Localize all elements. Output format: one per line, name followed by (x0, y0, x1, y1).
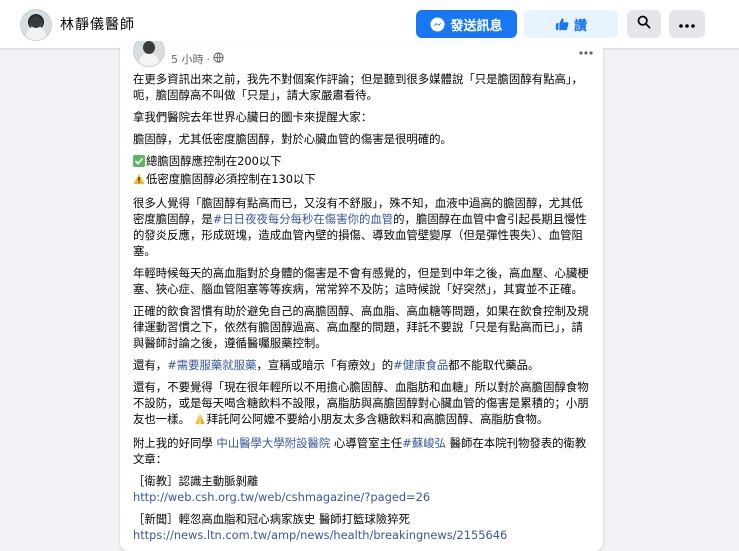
like-page-button[interactable]: 讚 (524, 10, 618, 38)
meta-separator: · (206, 52, 211, 66)
references-text-start: 附上我的好同學 (133, 436, 213, 450)
more-options-button[interactable] (669, 10, 705, 38)
checklist-text-total: 總膽固醇應控制在200以下 (146, 154, 282, 168)
checklist-text-ldl: 低密度膽固醇必須控制在130以下 (146, 172, 316, 186)
paragraph-medication: 還有，#需要服藥就服藥，宣稱或暗示「有療效」的#健康食品都不能取代藥品。 (133, 357, 593, 373)
reference-url-1[interactable]: http://web.csh.org.tw/web/cshmagazine/?p… (133, 490, 430, 504)
send-message-label: 發送訊息 (450, 18, 503, 34)
hashtag-take-medicine[interactable]: #需要服藥就服藥 (167, 358, 256, 372)
checklist-item-ldl: 低密度膽固醇必須控制在130以下 (133, 171, 593, 189)
send-message-button[interactable]: 發送訊息 (416, 10, 517, 38)
medication-text-end: 都不能取代藥品。 (448, 358, 540, 372)
children-text-end: 拜託阿公阿嬤不要給小朋友太多含糖飲料和高膽固醇、高脂肪食物。 (206, 412, 549, 426)
paragraph-cholesterol: 膽固醇，尤其低密度膽固醇，對於心臟血管的傷害是很明確的。 (133, 132, 452, 146)
reference-title-2: ［新聞］輕忽高血脂和冠心病家族史 醫師打籃球險猝死 (133, 512, 410, 526)
paragraph-children: 還有，不要覺得「現在很年輕所以不用擔心膽固醇、血脂肪和血糖」所以對於高膽固醇食物… (133, 379, 593, 429)
paragraph-youth: 年輕時候每天的高血脂對於身體的傷害是不會有感覺的，但是到中年之後，高血壓、心臟梗… (133, 266, 589, 296)
references-text-mid: 心導管室主任 (333, 436, 403, 450)
paragraph-references-intro: 附上我的好同學 中山醫學大學附設醫院 心導管室主任#蘇峻弘 醫師在本院刊物發表的… (133, 435, 593, 467)
hashtag-blood-vessels[interactable]: #日日夜夜每分每秒在傷害你的血管 (213, 212, 393, 226)
checklist-item-total: 總膽固醇應控制在200以下 (133, 153, 593, 171)
medication-text-start: 還有， (133, 358, 168, 372)
post-card: 5 小時 · 在更多資訊出來之前，我先不對個案作評論；但是聽到很多媒體說「只是膽… (120, 41, 603, 551)
medication-text-mid: ，宣稱或暗示「有療效」的 (256, 358, 394, 372)
reference-url-2[interactable]: https://news.ltn.com.tw/amp/news/health/… (133, 528, 507, 542)
reference-link-1[interactable]: http://web.csh.org.tw/web/cshmagazine/?p… (133, 489, 593, 505)
thumbs-up-icon (555, 17, 569, 31)
hashtag-doctor-su[interactable]: #蘇峻弘 (402, 436, 446, 450)
search-icon (637, 15, 651, 33)
page-avatar[interactable] (20, 9, 52, 41)
paragraph-harm: 很多人覺得「膽固醇有點高而已，又沒有不舒服」，殊不知，血液中過高的膽固醇，尤其低… (133, 195, 593, 259)
search-button[interactable] (627, 10, 661, 38)
post-timestamp[interactable]: 5 小時 (171, 51, 204, 67)
folded-hands-icon (194, 413, 206, 429)
post-meta: 5 小時 · (171, 51, 224, 67)
post-more-icon[interactable] (575, 45, 597, 61)
reference-link-2[interactable]: https://news.ltn.com.tw/amp/news/health/… (133, 527, 593, 543)
check-mark-icon (133, 155, 145, 171)
more-horizontal-icon (679, 17, 695, 32)
paragraph-diet: 正確的飲食習慣有助於避免自己的高膽固醇、高血脂、高血糖等問題，如果在飲食控制及規… (133, 304, 589, 350)
post-author-avatar[interactable] (133, 41, 165, 67)
paragraph-reminder: 拿我們醫院去年世界心臟日的圖卡來提醒大家： (133, 110, 373, 124)
messenger-icon (430, 16, 446, 32)
hashtag-health-food[interactable]: #健康食品 (393, 358, 448, 372)
post-body: 在更多資訊出來之前，我先不對個案作評論；但是聽到很多媒體說「只是膽固醇有點高」，… (133, 71, 593, 549)
warning-icon (133, 173, 145, 189)
like-label: 讚 (573, 18, 587, 34)
hospital-page-link[interactable]: 中山醫學大學附設醫院 (216, 436, 330, 450)
page-name[interactable]: 林靜儀醫師 (60, 14, 135, 34)
paragraph-intro: 在更多資訊出來之前，我先不對個案作評論；但是聽到很多媒體說「只是膽固醇有點高」，… (133, 72, 583, 102)
globe-icon[interactable] (213, 52, 224, 66)
reference-title-1: ［衛教］認識主動脈剝離 (133, 474, 259, 488)
